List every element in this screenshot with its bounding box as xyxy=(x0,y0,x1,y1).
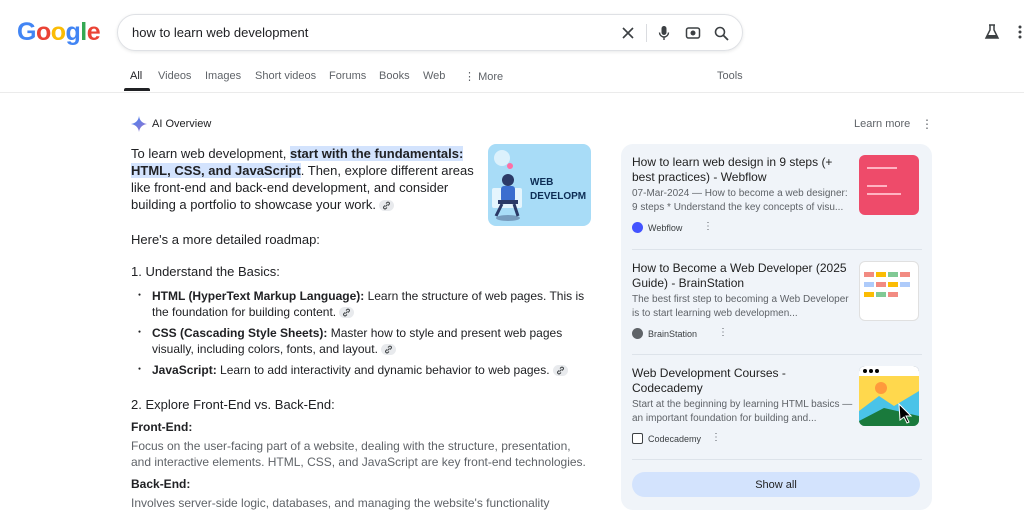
labs-flask-icon[interactable] xyxy=(984,24,1000,45)
source-snippet: The best first step to becoming a Web De… xyxy=(632,294,849,319)
source-title[interactable]: How to Become a Web Developer (2025 Guid… xyxy=(632,261,854,291)
google-logo[interactable]: Google xyxy=(17,18,101,46)
source-site-name: Codecademy xyxy=(648,434,702,444)
basics-item-html: HTML (HyperText Markup Language): Learn … xyxy=(152,288,592,320)
tab-all[interactable]: All xyxy=(130,70,142,82)
brainstation-favicon-icon xyxy=(632,328,643,339)
tab-active-indicator xyxy=(124,88,150,91)
source-site-name: BrainStation xyxy=(648,329,698,339)
source-title[interactable]: Web Development Courses - Codecademy xyxy=(632,366,854,396)
tools-button[interactable]: Tools xyxy=(717,70,743,82)
more-dots-icon: ⋮ xyxy=(464,71,475,83)
source-thumbnail[interactable] xyxy=(859,261,919,321)
source-thumbnail[interactable] xyxy=(859,366,919,426)
web-development-thumbnail[interactable]: WEB DEVELOPM xyxy=(488,144,591,226)
source-title[interactable]: How to learn web design in 9 steps (+ be… xyxy=(632,155,854,185)
section-explore-heading: 2. Explore Front-End vs. Back-End: xyxy=(131,397,335,412)
tab-short-videos[interactable]: Short videos xyxy=(255,70,316,82)
source-site-name: Webflow xyxy=(648,223,683,233)
source-divider xyxy=(632,354,922,355)
learn-more-link[interactable]: Learn more xyxy=(854,118,910,130)
clear-icon[interactable] xyxy=(618,23,638,43)
backend-heading: Back-End: xyxy=(131,477,191,491)
header-divider xyxy=(0,92,1024,93)
frontend-heading: Front-End: xyxy=(131,420,193,434)
frontend-description: Focus on the user-facing part of a websi… xyxy=(131,439,586,469)
tab-web[interactable]: Web xyxy=(423,70,445,82)
source-link-icon[interactable] xyxy=(552,365,568,377)
search-icon[interactable] xyxy=(711,23,731,43)
basics-item-term: CSS (Cascading Style Sheets): xyxy=(152,326,328,340)
sources-panel: How to learn web design in 9 steps (+ be… xyxy=(621,144,932,510)
source-link-icon[interactable] xyxy=(380,344,396,356)
basics-item-css: CSS (Cascading Style Sheets): Master how… xyxy=(152,325,592,357)
camera-lens-icon[interactable] xyxy=(683,23,703,43)
show-all-button[interactable]: Show all xyxy=(632,472,920,497)
ai-overview-menu-icon[interactable]: ⋮ xyxy=(921,117,933,131)
intro-text-start: To learn web development, xyxy=(131,146,290,161)
search-divider xyxy=(646,24,647,42)
tab-images[interactable]: Images xyxy=(205,70,241,82)
basics-item-javascript: JavaScript: Learn to add interactivity a… xyxy=(152,362,592,378)
ai-intro-paragraph: To learn web development, start with the… xyxy=(131,145,481,213)
backend-description: Involves server-side logic, databases, a… xyxy=(131,496,550,510)
bullet-dot: ● xyxy=(138,366,142,372)
source-link-icon[interactable] xyxy=(378,200,394,212)
codecademy-favicon-icon xyxy=(632,433,643,444)
section-basics-heading: 1. Understand the Basics: xyxy=(131,264,280,279)
bullet-dot: ● xyxy=(138,329,142,335)
thumb-caption: WEB DEVELOPM xyxy=(530,177,587,202)
basics-item-desc: Learn to add interactivity and dynamic b… xyxy=(216,363,550,377)
bullet-dot: ● xyxy=(138,292,142,298)
tab-forums[interactable]: Forums xyxy=(329,70,366,82)
basics-item-term: JavaScript: xyxy=(152,363,217,377)
search-box[interactable]: how to learn web development xyxy=(117,14,743,51)
tab-books[interactable]: Books xyxy=(379,70,410,82)
source-link-icon[interactable] xyxy=(339,307,355,319)
webflow-favicon-icon xyxy=(632,222,643,233)
source-divider xyxy=(632,459,922,460)
source-divider xyxy=(632,249,922,250)
source-menu-icon[interactable]: ⋮ xyxy=(718,327,728,338)
tab-videos[interactable]: Videos xyxy=(158,70,191,82)
basics-item-term: HTML (HyperText Markup Language): xyxy=(152,289,365,303)
search-input[interactable]: how to learn web development xyxy=(132,25,308,40)
source-thumbnail[interactable] xyxy=(859,155,919,215)
source-menu-icon[interactable]: ⋮ xyxy=(711,432,721,443)
source-menu-icon[interactable]: ⋮ xyxy=(703,221,713,232)
ai-sparkle-icon xyxy=(131,116,147,137)
tab-more[interactable]: ⋮ More xyxy=(464,70,503,83)
tab-more-label: More xyxy=(478,71,504,83)
microphone-icon[interactable] xyxy=(654,23,674,43)
source-snippet: 07-Mar-2024 — How to become a web design… xyxy=(632,188,848,213)
source-snippet: Start at the beginning by learning HTML … xyxy=(632,399,853,424)
ai-overview-title: AI Overview xyxy=(152,118,212,130)
roadmap-intro: Here's a more detailed roadmap: xyxy=(131,232,320,247)
apps-menu-icon[interactable] xyxy=(1017,24,1023,45)
